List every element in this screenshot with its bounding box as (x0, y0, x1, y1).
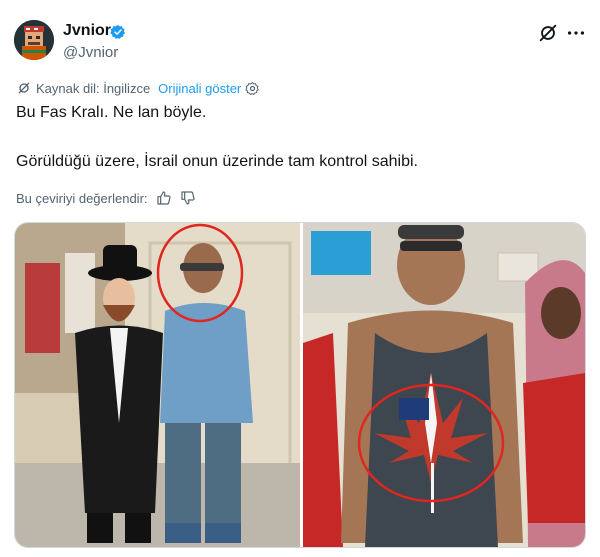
show-original-link[interactable]: Orijinali göster (158, 81, 241, 96)
grok-icon (18, 82, 30, 94)
tweet-text-line2: Görüldüğü üzere, İsrail onun üzerinde ta… (16, 153, 418, 170)
settings-gear-icon[interactable] (245, 81, 260, 96)
verified-badge-icon (110, 25, 125, 39)
rate-translation: Bu çeviriyi değerlendir: (16, 190, 196, 206)
rate-translation-label: Bu çeviriyi değerlendir: (16, 190, 148, 206)
tweet-text-line1: Bu Fas Kralı. Ne lan böyle. (16, 104, 207, 121)
author-name[interactable]: Jvnior (63, 22, 111, 40)
author-handle[interactable]: @Jvnior (63, 44, 118, 61)
author-avatar[interactable] (14, 20, 54, 60)
media-photo-left[interactable] (15, 223, 300, 547)
thumbs-up-icon[interactable] (156, 190, 172, 206)
translation-info: Kaynak dil: İngilizce Orijinali göster (16, 80, 260, 96)
thumbs-down-icon[interactable] (180, 190, 196, 206)
source-language-label: Kaynak dil: İngilizce (36, 80, 151, 96)
grok-icon[interactable] (537, 22, 559, 44)
tweet-media[interactable] (14, 222, 586, 548)
media-photo-right[interactable] (303, 223, 585, 547)
more-icon[interactable] (565, 22, 587, 44)
